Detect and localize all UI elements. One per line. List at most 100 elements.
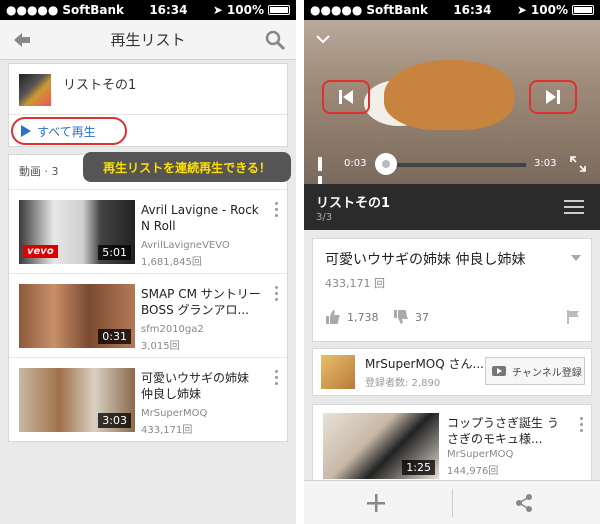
video-player[interactable]: 0:03 3:03 [304, 20, 600, 190]
video-list-header: 動画 · 3 [19, 165, 59, 178]
thumbs-up-icon [326, 310, 340, 324]
video-title: 可愛いウサギの姉妹 仲良し姉妹 [325, 252, 526, 268]
skip-next-icon [546, 90, 560, 104]
expand-caret-icon[interactable] [571, 255, 581, 261]
video-thumbnail: 1:25 [323, 413, 439, 479]
video-list-card: 動画 · 3 再生リストを連続再生できる！ vevo 5:01 Avril La… [8, 152, 291, 443]
youtube-icon [492, 366, 506, 376]
video-channel: MrSuperMOQ [141, 408, 208, 419]
current-time: 0:03 [344, 158, 367, 169]
chevron-down-icon[interactable] [316, 32, 330, 46]
like-count: 1,738 [347, 310, 379, 324]
subscriber-count: 登録者数: 2,890 [365, 378, 441, 389]
bottom-bar [304, 480, 600, 524]
search-icon[interactable] [264, 29, 286, 51]
location-icon: ➤ [212, 3, 223, 17]
avatar[interactable] [321, 355, 355, 389]
subscribe-label: チャンネル登録 [512, 367, 582, 379]
battery-icon [267, 5, 290, 15]
divider [9, 114, 287, 115]
video-channel: sfm2010ga2 [141, 324, 204, 335]
video-views: 433,171回 [141, 425, 193, 436]
playlist-name: リストその1 [63, 78, 137, 93]
video-views: 1,681,845回 [141, 257, 202, 268]
flag-icon[interactable] [565, 309, 581, 325]
video-duration: 5:01 [98, 245, 131, 260]
more-vertical-icon[interactable] [275, 202, 279, 218]
video-title: SMAP CM サントリー BOSS グランアロ... [141, 287, 261, 317]
dislike-button[interactable]: 37 [393, 309, 429, 325]
status-bar: ●●●●● SoftBank 16:34 ➤ 100% [304, 0, 600, 20]
video-channel: AvrilLavigneVEVO [141, 240, 230, 251]
play-icon [21, 125, 31, 137]
video-thumbnail: 3:03 [19, 368, 135, 432]
video-views: 3,015回 [141, 341, 180, 352]
more-vertical-icon[interactable] [580, 417, 583, 435]
play-all-button[interactable]: すべて再生 [11, 117, 127, 145]
playlist-index: 3/3 [316, 212, 333, 223]
divider [452, 489, 453, 517]
location-icon: ➤ [516, 3, 527, 17]
more-vertical-icon[interactable] [275, 370, 279, 386]
signal-icon: ●●●●● [310, 3, 363, 17]
video-row[interactable]: vevo 5:01 Avril Lavigne - Rock N Roll Av… [9, 189, 287, 275]
page-title: 再生リスト [110, 31, 186, 49]
video-duration: 0:31 [98, 329, 131, 344]
status-bar: ●●●●● SoftBank 16:34 ➤ 100% [0, 0, 296, 20]
video-frame [384, 60, 514, 130]
video-views: 433,171 回 [325, 277, 385, 290]
share-icon[interactable] [514, 493, 534, 513]
video-duration: 1:25 [402, 460, 435, 475]
video-row[interactable]: 0:31 SMAP CM サントリー BOSS グランアロ... sfm2010… [9, 273, 287, 359]
status-time: 16:34 [453, 3, 492, 17]
vevo-badge: vevo [23, 245, 58, 258]
right-screen: ●●●●● SoftBank 16:34 ➤ 100% 0:03 3:03 リス… [304, 0, 600, 524]
channel-card: MrSuperMOQ さん... 登録者数: 2,890 チャンネル登録 [312, 348, 592, 396]
video-duration: 3:03 [98, 413, 131, 428]
channel-name[interactable]: MrSuperMOQ さん... [365, 355, 484, 372]
video-row[interactable]: 3:03 可愛いウサギの姉妹 仲良し姉妹 MrSuperMOQ 433,171回 [9, 357, 287, 443]
playlist-card: リストその1 すべて再生 [8, 63, 288, 147]
video-info-card: 可愛いウサギの姉妹 仲良し姉妹 433,171 回 1,738 37 [312, 238, 592, 342]
like-button[interactable]: 1,738 [325, 309, 379, 325]
battery-icon [571, 5, 594, 15]
video-title: 可愛いウサギの姉妹 仲良し姉妹 [141, 371, 250, 401]
status-time: 16:34 [149, 3, 188, 17]
fullscreen-icon[interactable] [570, 156, 586, 172]
pause-icon[interactable] [318, 156, 330, 190]
seek-bar[interactable] [384, 163, 526, 167]
video-title: コップうさぎ誕生 うさぎのモキュ様... [447, 416, 559, 446]
video-views: 144,976回 [447, 466, 499, 477]
callout-annotation: 再生リストを連続再生できる！ [83, 152, 291, 182]
thumbs-down-icon [394, 310, 408, 324]
battery-percent: 100% [226, 3, 264, 17]
next-button[interactable] [529, 80, 577, 114]
previous-button[interactable] [322, 80, 370, 114]
player-controls: 0:03 3:03 [304, 146, 600, 190]
plus-icon[interactable] [366, 493, 386, 513]
related-video-row[interactable]: 1:25 コップうさぎ誕生 うさぎのモキュ様... MrSuperMOQ 144… [312, 404, 592, 484]
video-channel: MrSuperMOQ [447, 449, 514, 460]
signal-icon: ●●●●● [6, 3, 59, 17]
video-list-label: 動画 [19, 165, 41, 178]
left-screen: ●●●●● SoftBank 16:34 ➤ 100% 再生リスト リストその1… [0, 0, 296, 524]
battery-percent: 100% [530, 3, 568, 17]
subscribe-button[interactable]: チャンネル登録 [485, 357, 585, 385]
total-time: 3:03 [534, 158, 557, 169]
carrier-label: SoftBank [366, 3, 428, 17]
video-count: 3 [51, 165, 59, 178]
carrier-label: SoftBank [62, 3, 124, 17]
video-title: Avril Lavigne - Rock N Roll [141, 203, 259, 233]
video-thumbnail: 0:31 [19, 284, 135, 348]
back-arrow-icon[interactable] [12, 30, 32, 50]
video-thumbnail: vevo 5:01 [19, 200, 135, 264]
top-bar: 再生リスト [0, 20, 296, 60]
playlist-bar: リストその1 3/3 [304, 184, 600, 230]
playlist-name: リストその1 [316, 196, 391, 211]
more-vertical-icon[interactable] [275, 286, 279, 302]
dislike-count: 37 [415, 310, 429, 324]
skip-previous-icon [339, 90, 353, 104]
seek-handle[interactable] [375, 153, 398, 175]
playlist-thumbnail [19, 74, 51, 106]
playlist-queue-icon[interactable] [564, 200, 584, 214]
